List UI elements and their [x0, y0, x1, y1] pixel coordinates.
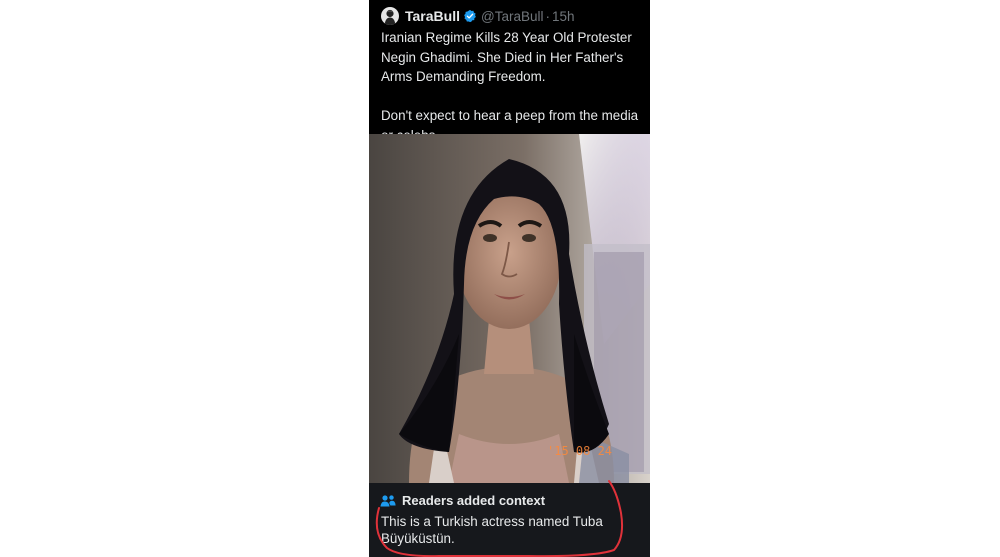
community-note-title: Readers added context [402, 493, 546, 508]
tweet-time[interactable]: 15h [552, 9, 575, 24]
community-note-header: Readers added context [380, 493, 545, 508]
tweet-text: Iranian Regime Kills 28 Year Old Protest… [381, 28, 643, 145]
verified-badge-icon [463, 9, 477, 23]
community-note-body: This is a Turkish actress named Tuba Büy… [381, 514, 603, 546]
tweet-card[interactable]: TaraBull @TaraBull · 15h Iranian Regime … [369, 0, 650, 557]
avatar-icon[interactable] [381, 7, 399, 25]
community-note[interactable]: Readers added context This is a Turkish … [369, 483, 650, 557]
photo-timestamp: '15 08 24 [547, 444, 612, 458]
tweet-header: TaraBull @TaraBull · 15h [381, 6, 575, 26]
author-name[interactable]: TaraBull [405, 8, 460, 24]
readers-people-icon [380, 494, 396, 507]
meta-separator: · [545, 8, 550, 24]
tweet-photo[interactable]: '15 08 24 [369, 134, 650, 483]
author-handle[interactable]: @TaraBull [481, 9, 543, 24]
tweet-paragraph: Iranian Regime Kills 28 Year Old Protest… [381, 30, 632, 84]
